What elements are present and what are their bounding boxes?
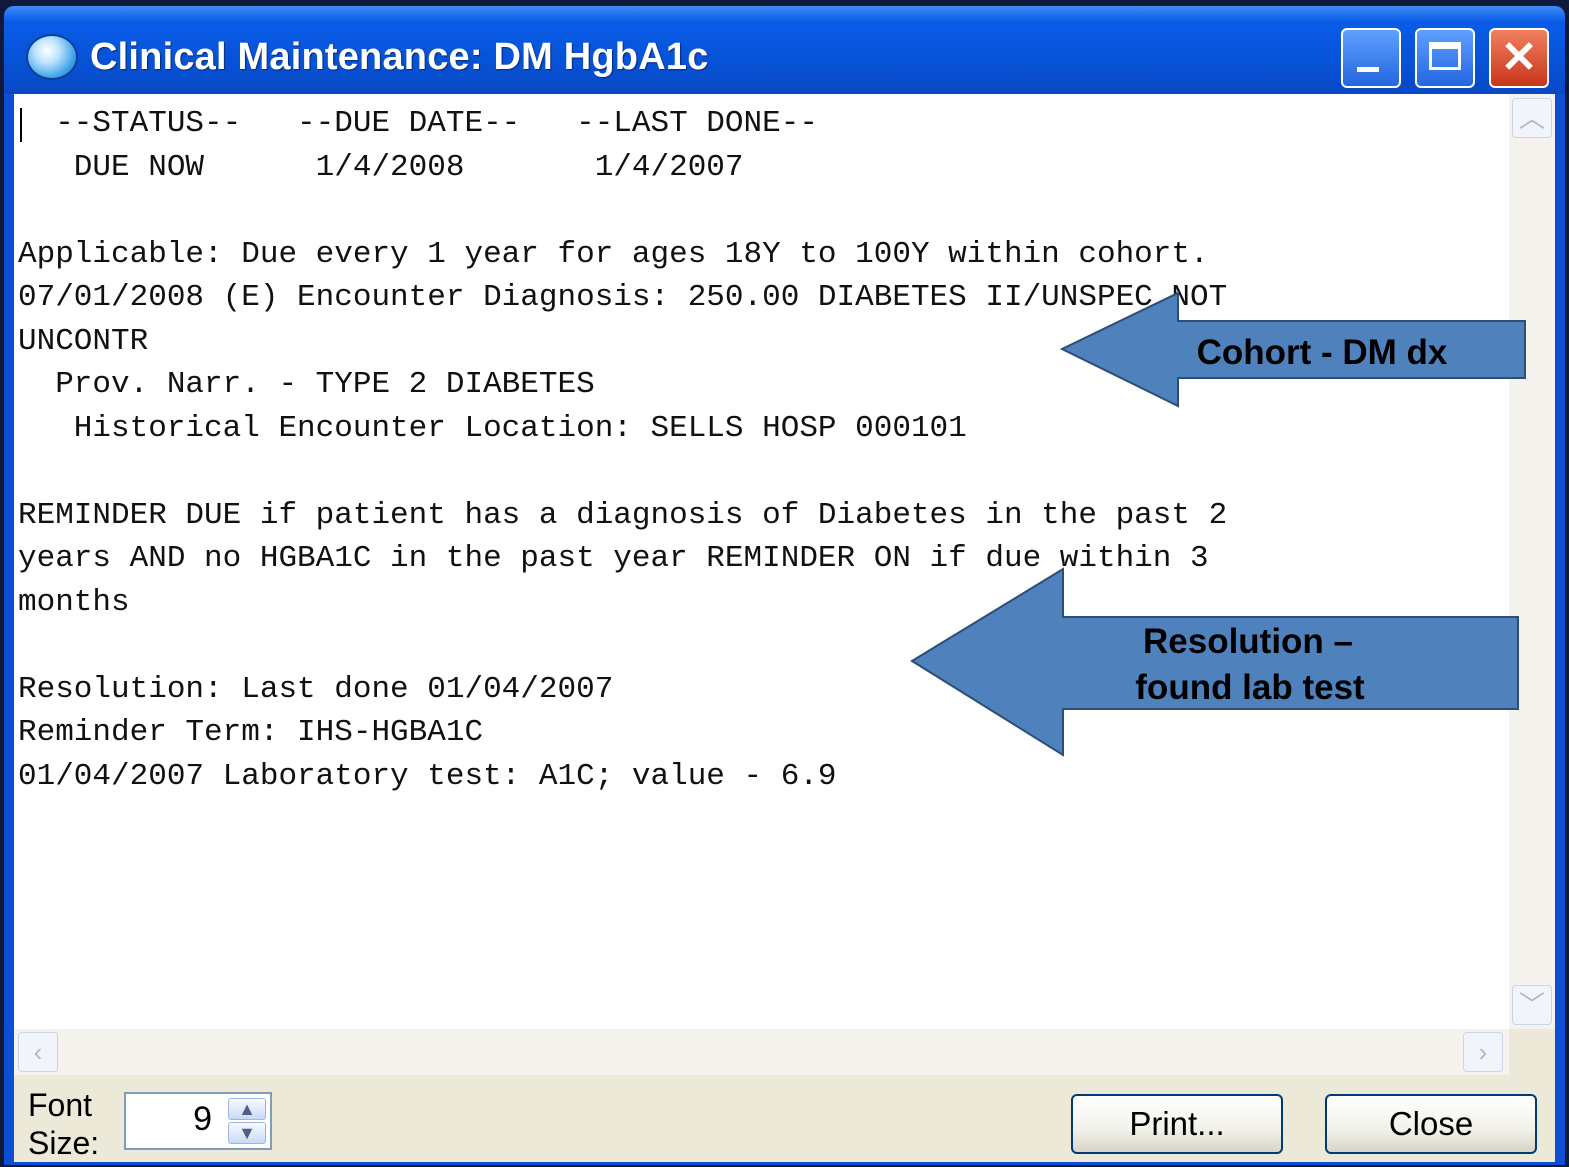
- font-size-label: Font Size:: [28, 1086, 99, 1162]
- report-text: --STATUS-- --DUE DATE-- --LAST DONE-- DU…: [18, 106, 1228, 794]
- scroll-left-button[interactable]: ‹: [18, 1032, 58, 1072]
- font-size-label-line1: Font: [28, 1087, 93, 1123]
- close-button[interactable]: Close: [1325, 1094, 1537, 1154]
- clinical-maintenance-window: Clinical Maintenance: DM HgbA1c ✕ --STAT…: [4, 6, 1565, 1165]
- report-text-area[interactable]: --STATUS-- --DUE DATE-- --LAST DONE-- DU…: [14, 94, 1509, 1029]
- spin-up-button[interactable]: ▲: [228, 1098, 266, 1120]
- vertical-scrollbar[interactable]: ︿ ﹀: [1509, 94, 1555, 1029]
- title-bar[interactable]: Clinical Maintenance: DM HgbA1c ✕: [4, 6, 1565, 94]
- font-size-spinner[interactable]: 9 ▲ ▼: [124, 1092, 272, 1150]
- font-size-label-line2: Size:: [28, 1125, 100, 1161]
- close-window-button[interactable]: ✕: [1489, 28, 1549, 88]
- horizontal-scrollbar[interactable]: ‹ ›: [14, 1029, 1509, 1075]
- spin-down-button[interactable]: ▼: [228, 1122, 266, 1144]
- close-icon: ✕: [1500, 33, 1538, 82]
- spinner-buttons: ▲ ▼: [228, 1098, 266, 1144]
- font-size-value[interactable]: 9: [193, 1100, 212, 1139]
- window-title: Clinical Maintenance: DM HgbA1c: [90, 36, 709, 78]
- scroll-right-button[interactable]: ›: [1463, 1032, 1503, 1072]
- maximize-button[interactable]: [1415, 28, 1475, 88]
- scroll-down-button[interactable]: ﹀: [1512, 985, 1552, 1025]
- print-button[interactable]: Print...: [1071, 1094, 1283, 1154]
- app-globe-icon: [26, 34, 78, 80]
- window-client-area: --STATUS-- --DUE DATE-- --LAST DONE-- DU…: [14, 94, 1555, 1162]
- scrollbar-corner: [1509, 1029, 1555, 1075]
- minimize-button[interactable]: [1341, 28, 1401, 88]
- scroll-up-button[interactable]: ︿: [1512, 98, 1552, 138]
